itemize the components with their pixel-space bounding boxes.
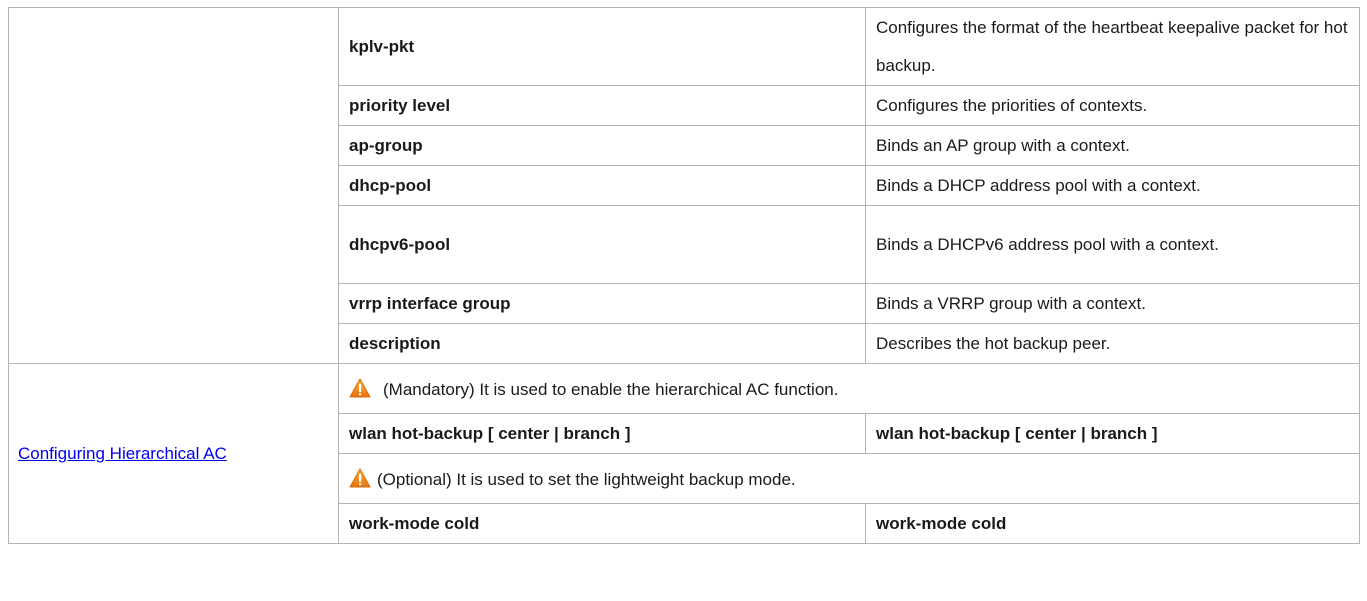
command-cell: work-mode cold [338,503,866,544]
command-cell: description [338,323,866,364]
description-cell: Binds a DHCP address pool with a context… [865,165,1360,206]
mandatory-note-cell: (Mandatory) It is used to enable the hie… [338,363,1360,414]
description-cell: Binds a DHCPv6 address pool with a conte… [865,205,1360,284]
command-cell: ap-group [338,125,866,166]
command-table: kplv-pkt Configures the format of the he… [8,7,1360,544]
command-cell: dhcpv6-pool [338,205,866,284]
command-cell: wlan hot-backup [ center | branch ] [865,413,1360,454]
optional-note-text: (Optional) It is used to set the lightwe… [377,469,796,489]
section-link-cell: Configuring Hierarchical AC [8,363,339,544]
command-cell: wlan hot-backup [ center | branch ] [338,413,866,454]
description-cell: Describes the hot backup peer. [865,323,1360,364]
configuring-hierarchical-ac-link[interactable]: Configuring Hierarchical AC [18,444,227,463]
command-cell: work-mode cold [865,503,1360,544]
description-cell: Binds a VRRP group with a context. [865,283,1360,324]
command-cell: vrrp interface group [338,283,866,324]
optional-note-cell: (Optional) It is used to set the lightwe… [338,453,1360,504]
warning-triangle-icon [349,468,371,488]
description-cell: Configures the priorities of contexts. [865,85,1360,126]
command-cell: kplv-pkt [338,7,866,86]
mandatory-note-text: (Mandatory) It is used to enable the hie… [383,379,839,399]
table-row: kplv-pkt Configures the format of the he… [8,7,1360,364]
description-cell: Binds an AP group with a context. [865,125,1360,166]
command-cell: priority level [338,85,866,126]
previous-section-cell [8,7,339,364]
mandatory-note-row: Configuring Hierarchical AC (Mandatory) … [8,363,1360,544]
command-cell: dhcp-pool [338,165,866,206]
description-cell: Configures the format of the heartbeat k… [865,7,1360,86]
warning-triangle-icon [349,378,371,398]
